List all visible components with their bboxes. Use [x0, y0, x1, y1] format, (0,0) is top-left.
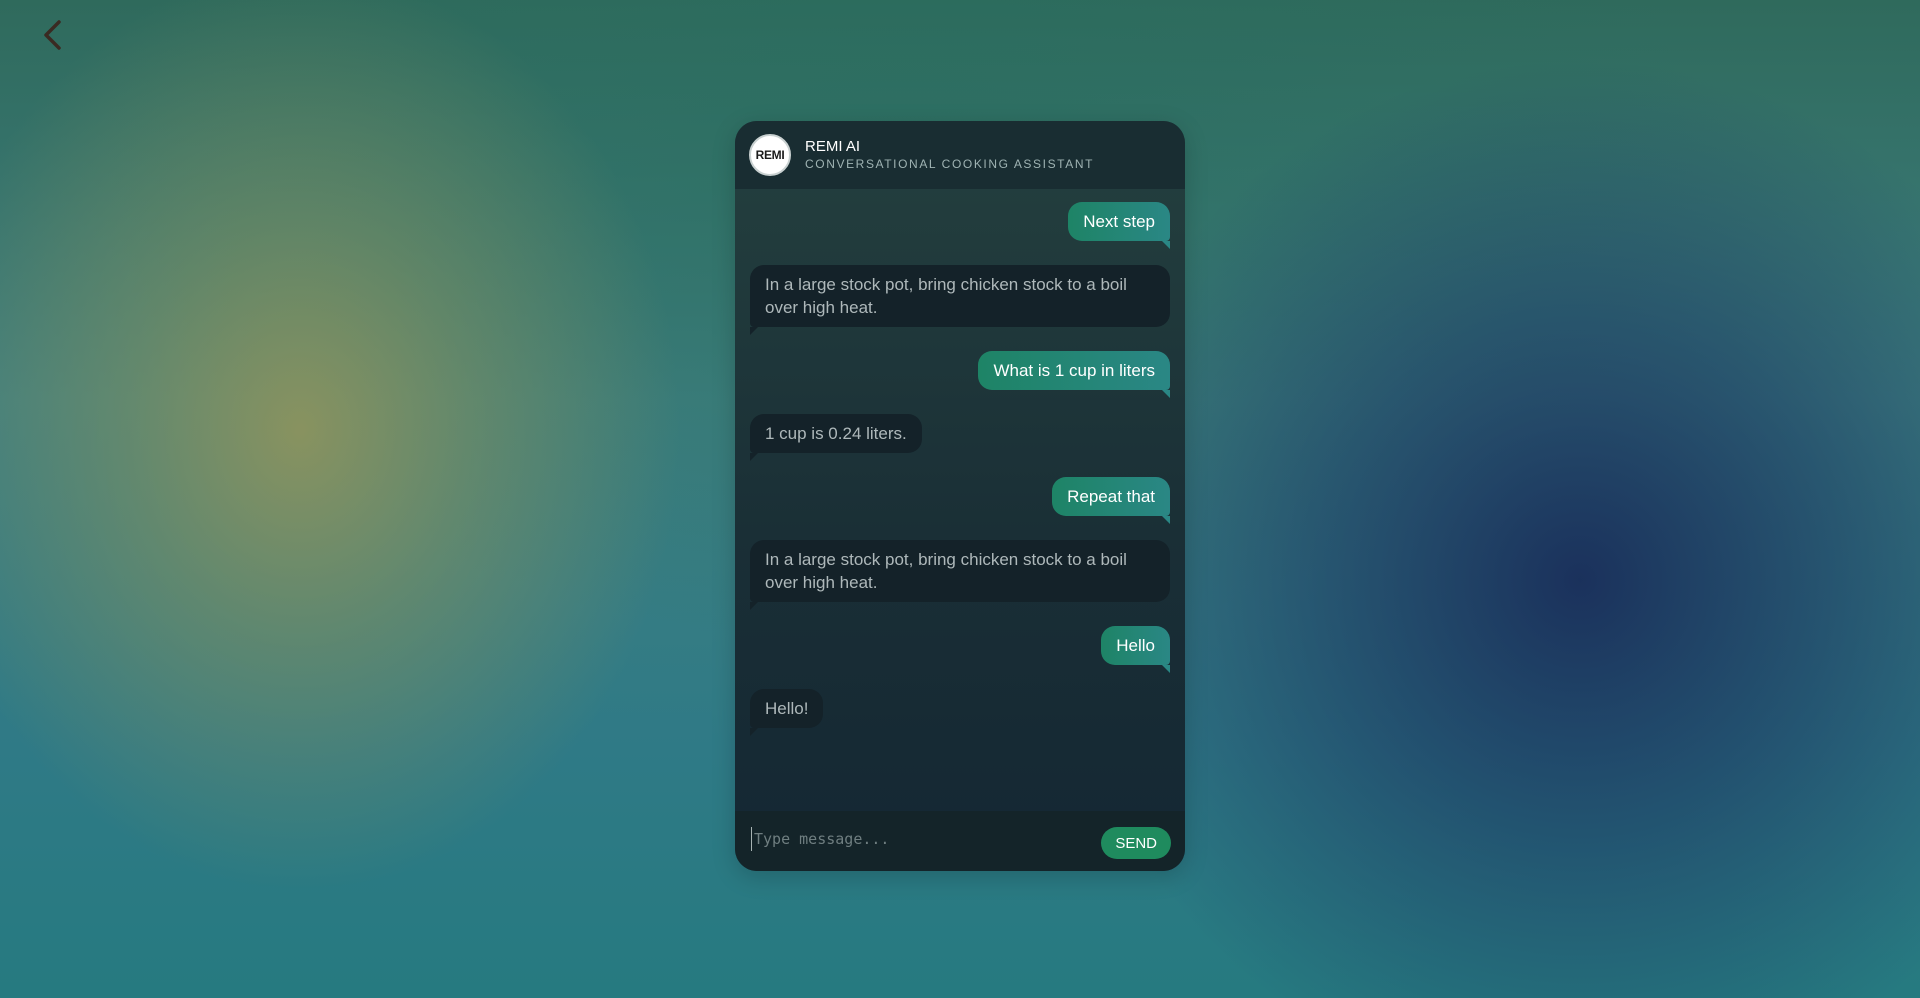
message-input[interactable]	[751, 827, 1102, 851]
user-message: Hello	[1101, 626, 1170, 673]
bot-message: 1 cup is 0.24 liters.	[750, 414, 922, 461]
message-row-bot: Hello!	[750, 689, 1170, 736]
bot-message: In a large stock pot, bring chicken stoc…	[750, 540, 1170, 610]
message-row-user: What is 1 cup in liters	[750, 351, 1170, 398]
message-list: Next step In a large stock pot, bring ch…	[735, 189, 1185, 811]
message-row-user: Next step	[750, 202, 1170, 249]
avatar: REMI	[749, 134, 791, 176]
user-message: What is 1 cup in liters	[978, 351, 1170, 398]
header-text: REMI AI CONVERSATIONAL COOKING ASSISTANT	[805, 138, 1094, 172]
avatar-logo-text: REMI	[755, 148, 785, 162]
chat-window: REMI REMI AI CONVERSATIONAL COOKING ASSI…	[735, 121, 1185, 871]
message-row-user: Repeat that	[750, 477, 1170, 524]
user-message: Next step	[1068, 202, 1170, 249]
send-button[interactable]: SEND	[1101, 827, 1171, 859]
assistant-subtitle: CONVERSATIONAL COOKING ASSISTANT	[805, 157, 1095, 171]
back-button[interactable]	[34, 16, 74, 56]
bot-message: In a large stock pot, bring chicken stoc…	[750, 265, 1170, 335]
bot-message: Hello!	[750, 689, 824, 736]
message-row-bot: In a large stock pot, bring chicken stoc…	[750, 265, 1170, 335]
assistant-name: REMI AI	[805, 138, 861, 155]
message-row-bot: 1 cup is 0.24 liters.	[750, 414, 1170, 461]
message-row-bot: In a large stock pot, bring chicken stoc…	[750, 540, 1170, 610]
user-message: Repeat that	[1052, 477, 1170, 524]
composer: SEND	[735, 811, 1185, 871]
message-row-user: Hello	[750, 626, 1170, 673]
chat-header: REMI REMI AI CONVERSATIONAL COOKING ASSI…	[735, 121, 1185, 189]
chevron-left-icon	[44, 20, 61, 50]
